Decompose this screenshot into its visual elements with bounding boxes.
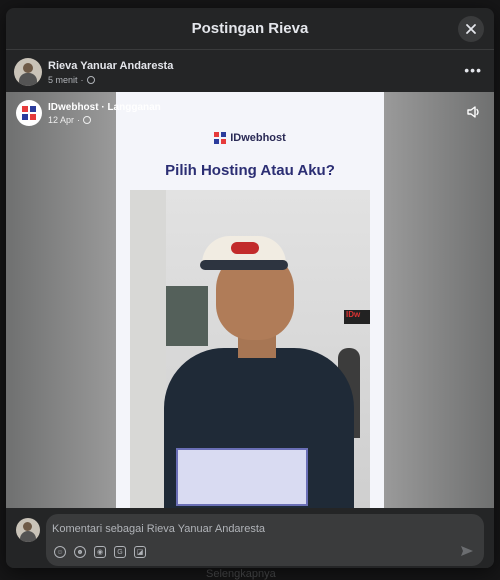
comment-tools: ☺ ☻ ◉ G ◪ [54,546,146,558]
video-photo: IDw [130,190,370,508]
backdrop-text: Selengkapnya [206,568,276,580]
post-modal: Postingan Rieva Rieva Yanuar Andaresta 5… [6,8,494,568]
camera-icon[interactable]: ◉ [94,546,106,558]
sticker-icon[interactable]: ◪ [134,546,146,558]
globe-icon [83,115,92,124]
close-icon [466,24,476,34]
comment-input[interactable] [52,520,472,538]
video-headline: Pilih Hosting Atau Aku? [165,162,335,179]
gif-icon[interactable]: G [114,546,126,558]
shared-time-text[interactable]: 12 Apr [48,115,74,125]
more-options-button[interactable]: ••• [464,62,482,78]
modal-header: Postingan Rieva [6,8,494,50]
globe-icon [86,75,95,84]
post-time-text[interactable]: 5 menit [48,75,78,85]
close-button[interactable] [458,16,484,42]
video-brand-text: IDwebhost [230,132,286,144]
idwebhost-logo-icon [22,106,36,120]
send-button[interactable] [460,544,474,562]
video-frame[interactable]: IDwebhost Pilih Hosting Atau Aku? IDw [116,92,384,508]
shared-post-header: IDwebhost · Langganan 12 Apr · [16,100,161,126]
post-time: 5 menit · [48,75,173,85]
author-name[interactable]: Rieva Yanuar Andaresta [48,60,173,72]
volume-button[interactable] [466,104,482,125]
shared-time: 12 Apr · [48,115,161,125]
video-blur-right [384,92,494,508]
author-avatar[interactable] [14,58,42,86]
video-blur-left [6,92,116,508]
post-meta: Rieva Yanuar Andaresta 5 menit · [48,60,173,85]
shared-video[interactable]: IDwebhost · Langganan 12 Apr · IDwebhost… [6,92,494,508]
video-brand: IDwebhost [116,132,384,144]
avatar-sticker-icon[interactable]: ☺ [54,546,66,558]
page-name[interactable]: IDwebhost · Langganan [48,102,161,113]
emoji-icon[interactable]: ☻ [74,546,86,558]
idwebhost-logo-icon [214,132,227,144]
page-avatar[interactable] [16,100,42,126]
laptop [176,448,308,506]
comment-area: ☺ ☻ ◉ G ◪ [6,508,494,568]
comment-box: ☺ ☻ ◉ G ◪ [46,514,484,566]
post-header: Rieva Yanuar Andaresta 5 menit · ••• [6,50,494,94]
commenter-avatar[interactable] [16,518,40,542]
shared-meta: IDwebhost · Langganan 12 Apr · [48,102,161,125]
volume-icon [467,106,479,118]
send-icon [461,546,473,556]
modal-title: Postingan Rieva [191,20,309,37]
wall-sign: IDw [344,310,370,324]
more-icon: ••• [464,62,482,78]
